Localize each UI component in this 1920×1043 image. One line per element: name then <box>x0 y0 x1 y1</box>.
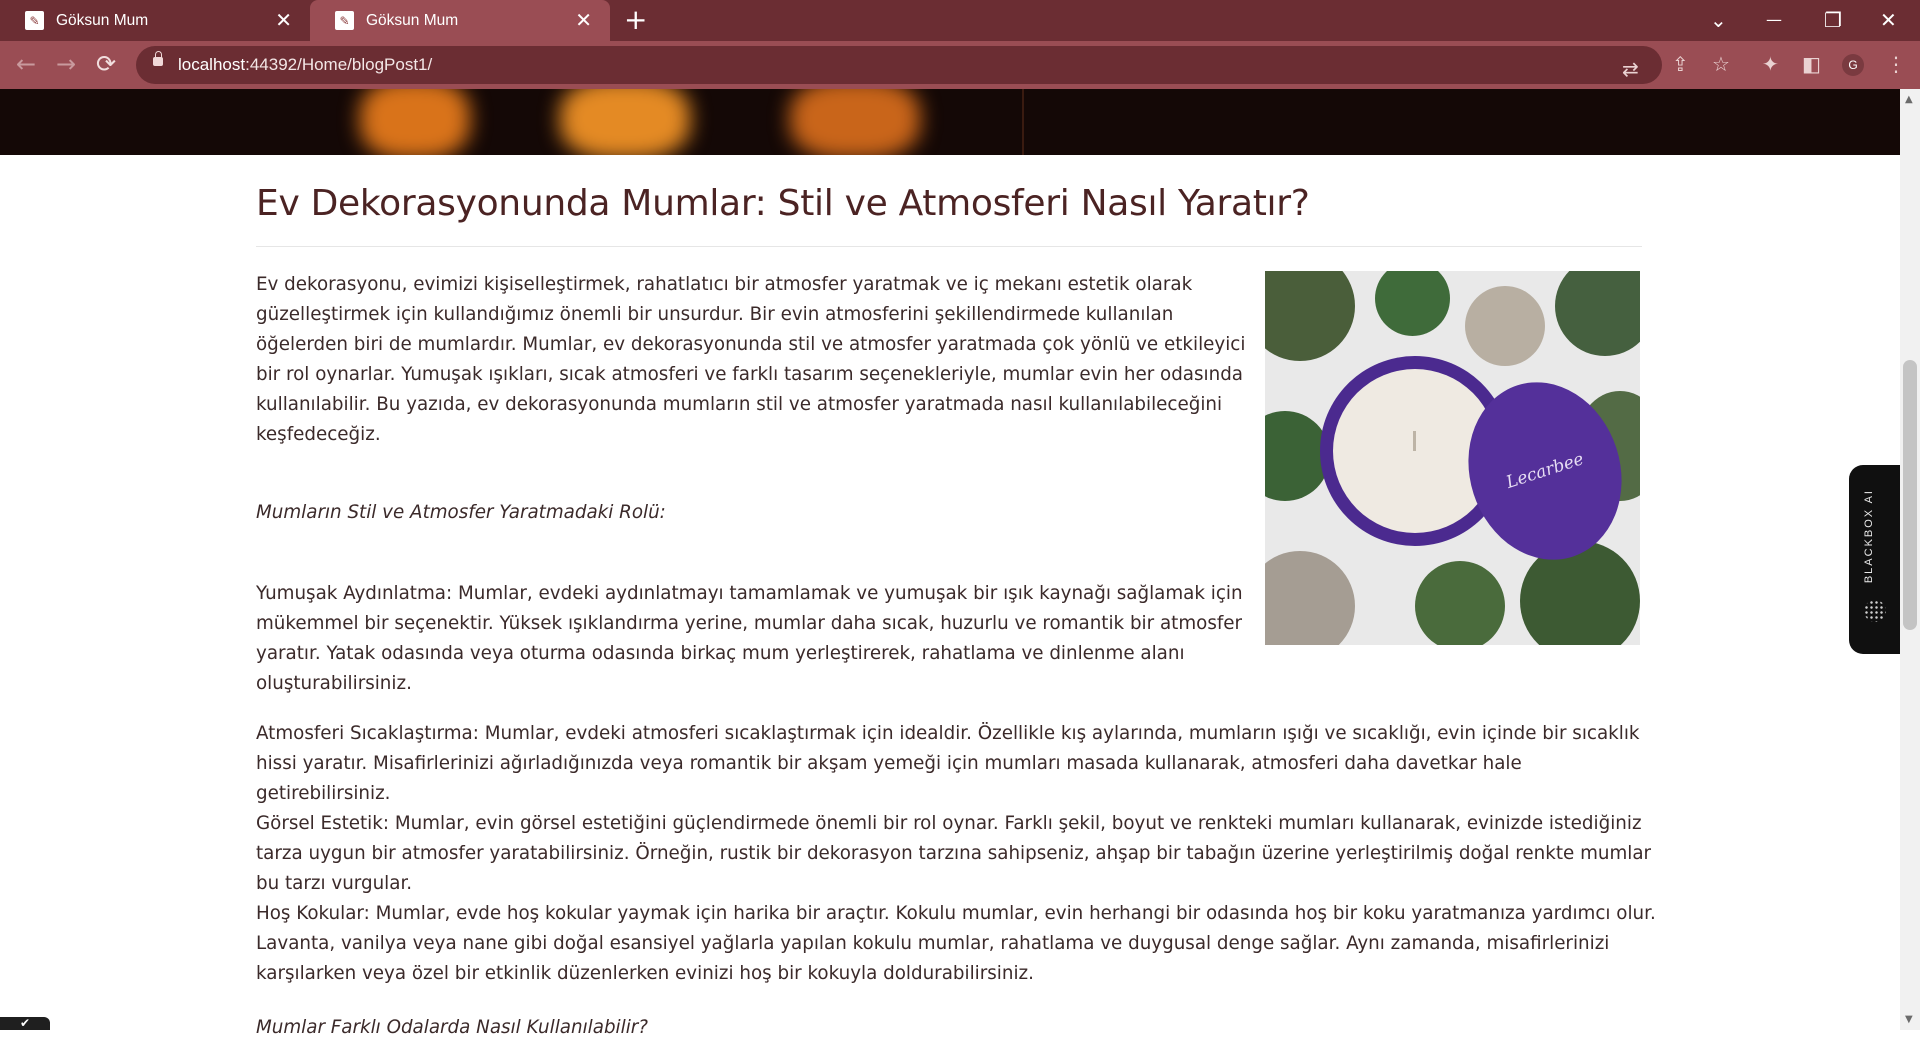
succulent-plate <box>1265 271 1355 361</box>
wick-line <box>1022 89 1024 155</box>
tab-close-icon[interactable]: ✕ <box>275 10 292 30</box>
pebble-plate <box>1465 286 1545 366</box>
browser-tab[interactable]: ✎ Göksun Mum ✕ <box>0 0 310 41</box>
restore-button[interactable]: ❐ <box>1824 5 1842 35</box>
scrollbar-thumb[interactable] <box>1903 360 1917 630</box>
tab-title: Göksun Mum <box>56 11 149 29</box>
minimize-button[interactable]: — <box>1766 5 1782 35</box>
succulent-plate <box>1555 271 1640 356</box>
next-section-heading: Mumlar Farklı Odalarda Nasıl Kullanılabi… <box>256 1017 649 1038</box>
candle-glow <box>360 89 470 155</box>
favicon-icon: ✎ <box>335 11 354 30</box>
url-text[interactable]: localhost:44392/Home/blogPost1/ <box>178 55 432 75</box>
extensions-icon[interactable]: ✦ <box>1762 51 1779 77</box>
back-icon[interactable]: ← <box>16 50 36 78</box>
reload-icon[interactable]: ⟳ <box>96 50 116 78</box>
intro-paragraph: Ev dekorasyonu, evimizi kişiselleştirmek… <box>256 274 1246 445</box>
close-window-button[interactable]: ✕ <box>1880 5 1897 35</box>
side-panel-icon[interactable]: ◧ <box>1802 51 1821 77</box>
lock-icon[interactable] <box>153 51 163 66</box>
new-tab-button[interactable]: + <box>624 5 647 35</box>
scroll-down-icon[interactable]: ▼ <box>1905 1014 1913 1025</box>
corner-check-icon[interactable]: ✔ <box>0 1017 50 1030</box>
blackbox-logo-icon <box>1864 600 1886 622</box>
succulent <box>1375 271 1450 336</box>
article-title: Ev Dekorasyonunda Mumlar: Stil ve Atmosf… <box>256 183 1310 224</box>
warmth-visual-block: Atmosferi Sıcaklaştırma: Mumlar, evdeki … <box>256 719 1656 899</box>
browser-toolbar: ← → ⟳ localhost:44392/Home/blogPost1/ ⇄ … <box>0 41 1920 89</box>
widget-label: BLACKBOX AI <box>1863 489 1875 584</box>
address-bar[interactable]: localhost:44392/Home/blogPost1/ ⇄ <box>136 46 1662 84</box>
translate-icon[interactable]: ⇄ <box>1622 56 1639 82</box>
warmth-paragraph: Atmosferi Sıcaklaştırma: Mumlar, evdeki … <box>256 723 1640 804</box>
title-divider <box>256 246 1642 247</box>
browser-tab-active[interactable]: ✎ Göksun Mum ✕ <box>310 0 610 41</box>
blackbox-ai-widget[interactable]: BLACKBOX AI <box>1849 465 1900 654</box>
share-icon[interactable]: ⇪ <box>1672 51 1689 77</box>
section-heading: Mumların Stil ve Atmosfer Yaratmadaki Ro… <box>256 502 666 523</box>
lighting-paragraph: Yumuşak Aydınlatma: Mumlar, evdeki aydın… <box>256 583 1243 694</box>
tab-strip: ✎ Göksun Mum ✕ ✎ Göksun Mum ✕ + ⌄ — ❐ ✕ <box>0 0 1920 41</box>
visual-paragraph: Görsel Estetik: Mumlar, evin görsel este… <box>256 813 1652 894</box>
bookmark-star-icon[interactable]: ☆ <box>1712 51 1730 77</box>
tab-search-icon[interactable]: ⌄ <box>1710 5 1727 35</box>
candle-product-image: Lecarbee <box>1265 271 1640 645</box>
scroll-up-icon[interactable]: ▲ <box>1905 94 1913 105</box>
candle-glow <box>790 89 920 155</box>
pebble-plate <box>1265 551 1355 645</box>
profile-avatar[interactable]: G <box>1842 54 1864 76</box>
tab-title: Göksun Mum <box>366 11 459 29</box>
menu-icon[interactable]: ⋮ <box>1886 51 1906 77</box>
scent-paragraph: Hoş Kokular: Mumlar, evde hoş kokular ya… <box>256 903 1656 984</box>
forward-icon[interactable]: → <box>56 50 76 78</box>
candle-glow <box>560 89 690 155</box>
herb-sprig <box>1415 561 1505 645</box>
favicon-icon: ✎ <box>25 11 44 30</box>
candle-wick <box>1413 431 1416 451</box>
tab-close-icon[interactable]: ✕ <box>575 10 592 30</box>
hero-banner-image <box>0 89 1900 155</box>
